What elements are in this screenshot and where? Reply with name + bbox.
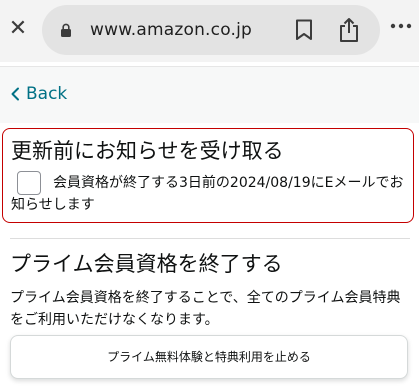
browser-toolbar: ✕ www.amazon.co.jp bbox=[0, 0, 419, 62]
url-text[interactable]: www.amazon.co.jp bbox=[90, 19, 252, 41]
back-link[interactable]: Back bbox=[10, 83, 67, 105]
back-label[interactable]: Back bbox=[26, 83, 67, 105]
lock-icon bbox=[61, 23, 71, 37]
end-membership-description: プライム会員資格を終了することで、全てのプライム会員特典をご利用いただけなくなり… bbox=[10, 290, 401, 328]
end-membership-title: プライム会員資格を終了する bbox=[10, 252, 283, 276]
nav-bar: Back bbox=[0, 67, 419, 123]
share-icon[interactable] bbox=[338, 17, 360, 43]
address-bar[interactable]: www.amazon.co.jp bbox=[42, 5, 380, 55]
notify-title: 更新前にお知らせを受け取る bbox=[11, 139, 284, 163]
bookmark-icon[interactable] bbox=[295, 19, 313, 41]
close-icon[interactable]: ✕ bbox=[8, 18, 28, 40]
more-icon[interactable] bbox=[390, 22, 412, 30]
notify-section: 更新前にお知らせを受け取る 会員資格が終了する3日前の2024/08/19にEメ… bbox=[2, 128, 414, 223]
divider bbox=[10, 238, 410, 239]
chevron-left-icon bbox=[11, 87, 19, 101]
stop-trial-button[interactable]: プライム無料体験と特典利用を止める bbox=[10, 335, 408, 379]
notify-label[interactable]: 会員資格が終了する3日前の2024/08/19にEメールでお知らせします bbox=[11, 172, 409, 216]
